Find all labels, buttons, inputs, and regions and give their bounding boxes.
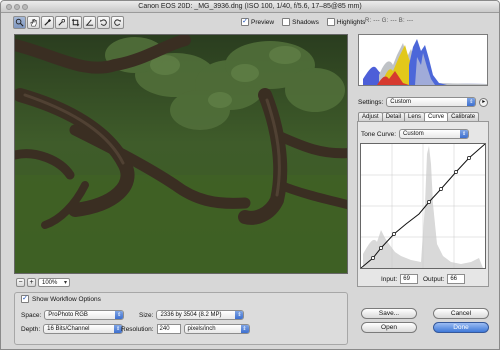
hand-tool-button[interactable] <box>27 16 40 29</box>
curve-plot <box>360 143 486 269</box>
tab-detail[interactable]: Detail <box>381 112 406 121</box>
play-arrow-icon: ▸ <box>482 98 486 105</box>
tab-adjust[interactable]: Adjust <box>358 112 383 121</box>
settings-menu-button[interactable]: ▸ <box>479 97 489 107</box>
input-label: Input: <box>381 275 398 283</box>
space-label: Space: <box>21 311 42 319</box>
zoom-in-button[interactable]: + <box>27 278 36 287</box>
zoom-tool-button[interactable] <box>13 16 26 29</box>
crop-tool-button[interactable] <box>69 16 82 29</box>
rotate-right-icon <box>114 19 121 26</box>
title-bar: Canon EOS 20D: _MG_3936.dng (ISO 100, 1/… <box>1 1 499 13</box>
size-value: 2336 by 3504 (8.2 MP) <box>160 312 222 318</box>
save-button[interactable]: Save... <box>361 308 417 319</box>
magnifier-icon <box>15 18 24 27</box>
settings-row: Settings: Custom ⇕ ▸ <box>358 97 489 107</box>
shadows-label: Shadows <box>292 18 319 26</box>
tone-curve-arrows-icon: ⇕ <box>460 130 469 138</box>
window-title: Canon EOS 20D: _MG_3936.dng (ISO 100, 1/… <box>138 3 362 10</box>
view-options: ✓ Preview Shadows Highlights <box>241 18 365 26</box>
preview-checkbox[interactable]: ✓ Preview <box>241 18 274 26</box>
workflow-options-panel: ✓ Show Workflow Options Space: ProPhoto … <box>14 292 348 345</box>
tab-calibrate[interactable]: Calibrate <box>447 112 480 121</box>
workflow-checkmark-icon: ✓ <box>21 295 29 303</box>
preview-checkmark-icon: ✓ <box>241 18 249 26</box>
color-sampler-tool-button[interactable] <box>55 16 68 29</box>
rotate-left-icon <box>100 19 107 26</box>
workflow-title: Show Workflow Options <box>32 295 101 303</box>
settings-arrows-icon: ⇕ <box>467 98 476 106</box>
straighten-icon <box>85 19 94 26</box>
size-label: Size: <box>139 311 154 319</box>
highlights-box <box>326 18 335 26</box>
zoom-level-select[interactable]: 100% <box>38 278 70 287</box>
settings-select[interactable]: Custom ⇕ <box>386 97 477 107</box>
resolution-unit-select[interactable]: pixels/inch ⇕ <box>183 324 250 334</box>
input-value-field[interactable]: 69 <box>400 274 419 284</box>
depth-value: 16 Bits/Channel <box>47 326 90 332</box>
tab-curve[interactable]: Curve <box>424 112 449 121</box>
resolution-unit-arrows-icon: ⇕ <box>240 325 249 333</box>
tone-curve-value: Custom <box>403 131 424 137</box>
toolbar <box>13 16 124 30</box>
color-sampler-icon <box>58 18 66 26</box>
image-preview[interactable] <box>14 34 348 274</box>
output-label: Output: <box>423 275 445 283</box>
eyedropper-icon <box>44 18 52 26</box>
tone-curve-select[interactable]: Custom ⇕ <box>399 129 470 139</box>
adjustment-tabs: Adjust Detail Lens Curve Calibrate <box>358 112 480 121</box>
size-field: Size: 2336 by 3504 (8.2 MP) ⇕ <box>139 310 245 320</box>
resolution-input[interactable]: 240 <box>156 324 181 334</box>
tone-curve-label: Tone Curve: <box>361 130 397 138</box>
space-value: ProPhoto RGB <box>48 312 88 318</box>
shadows-box <box>282 18 291 26</box>
crop-icon <box>71 18 80 27</box>
settings-value: Custom <box>390 99 411 105</box>
curve-input-field: Input: 69 <box>381 274 419 284</box>
space-arrows-icon: ⇕ <box>115 311 124 319</box>
highlights-label: Highlights <box>336 18 366 26</box>
tone-curve-graph[interactable] <box>360 143 486 269</box>
show-workflow-checkbox[interactable]: ✓ Show Workflow Options <box>21 295 101 303</box>
camera-raw-window: Canon EOS 20D: _MG_3936.dng (ISO 100, 1/… <box>0 0 500 350</box>
rotate-left-button[interactable] <box>97 16 110 29</box>
rgb-readout: R: --- G: --- B: --- <box>365 18 414 24</box>
shadows-checkbox[interactable]: Shadows <box>282 18 319 26</box>
zoom-out-button[interactable]: − <box>16 278 25 287</box>
rotate-right-button[interactable] <box>111 16 124 29</box>
highlights-checkbox[interactable]: Highlights <box>326 18 366 26</box>
histogram <box>358 34 488 86</box>
space-select[interactable]: ProPhoto RGB ⇕ <box>44 310 125 320</box>
resolution-unit-value: pixels/inch <box>187 326 216 332</box>
photo-tree-roots <box>15 35 347 273</box>
depth-label: Depth: <box>21 325 41 333</box>
space-field: Space: ProPhoto RGB ⇕ <box>21 310 125 320</box>
depth-field: Depth: 16 Bits/Channel ⇕ <box>21 324 124 334</box>
straighten-tool-button[interactable] <box>83 16 96 29</box>
size-select[interactable]: 2336 by 3504 (8.2 MP) ⇕ <box>156 310 245 320</box>
resolution-field: Resolution: 240 pixels/inch ⇕ <box>121 324 250 334</box>
done-button[interactable]: Done <box>433 322 489 333</box>
depth-select[interactable]: 16 Bits/Channel ⇕ <box>43 324 124 334</box>
white-balance-tool-button[interactable] <box>41 16 54 29</box>
open-button[interactable]: Open <box>361 322 417 333</box>
zoom-control: − + 100% <box>16 278 70 287</box>
curve-output-field: Output: 66 <box>423 274 466 284</box>
output-value-field[interactable]: 66 <box>447 274 466 284</box>
resolution-label: Resolution: <box>121 325 154 333</box>
size-arrows-icon: ⇕ <box>235 311 244 319</box>
settings-label: Settings: <box>358 98 384 106</box>
histogram-graph <box>359 35 487 85</box>
cancel-button[interactable]: Cancel <box>433 308 489 319</box>
hand-icon <box>30 19 37 27</box>
tone-curve-row: Tone Curve: Custom ⇕ <box>361 129 470 139</box>
preview-label: Preview <box>251 18 275 26</box>
tab-lens[interactable]: Lens <box>404 112 426 121</box>
